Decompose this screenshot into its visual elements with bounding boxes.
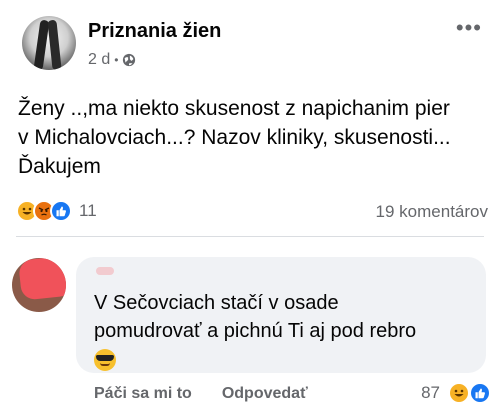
comment-reactions[interactable]: 87 [421,382,491,404]
like-comment-button[interactable]: Páči sa mi to [94,385,192,403]
post-body: Ženy ..,ma niekto skusenost z napichanim… [18,94,488,181]
globe-icon[interactable] [122,53,136,67]
post-text-line: Ženy ..,ma niekto skusenost z napichanim… [18,97,450,120]
comment-bubble: V Sečovciach stačí v osade pomudrovať a … [76,257,486,373]
reply-button[interactable]: Odpovedať [222,385,308,403]
post-text-line: v Michalovciach...? Nazov kliniky, skuse… [18,126,451,149]
sunglasses [96,354,114,361]
more-options-icon[interactable]: ••• [456,17,482,39]
page-name[interactable]: Priznania žien [88,20,221,43]
comment-count[interactable]: 19 komentárov [376,202,488,222]
avatar-redaction [18,258,66,301]
avatar-figure-right [47,19,62,70]
post-header: Priznania žien 2 d • ••• [22,16,482,74]
comment-reaction-count: 87 [421,383,440,402]
comment-text-line: V Sečovciach stačí v osade [94,292,339,314]
reaction-count: 11 [79,201,97,220]
comment-text-line: pomudrovať a pichnú Ti aj pod rebro [94,320,417,342]
post-meta: 2 d • [88,51,136,69]
like-reaction-icon [50,200,72,222]
post-time[interactable]: 2 d [88,51,110,69]
meta-separator: • [114,53,119,67]
like-reaction-icon [469,382,491,404]
haha-reaction-icon [448,382,470,404]
sunglasses-emoji-icon [94,348,116,371]
post-text-line: Ďakujem [18,155,101,178]
comment-text: V Sečovciach stačí v osade pomudrovať a … [94,289,474,373]
comment-emoji-line [94,345,474,373]
commenter-avatar[interactable] [12,258,66,312]
comment-actions: Páči sa mi to Odpovedať [94,385,308,403]
commenter-name-redacted [96,267,114,275]
smile [100,363,110,366]
avatar-figure-left [33,19,50,70]
page-avatar[interactable] [22,16,76,70]
post-reactions[interactable]: 11 [16,200,97,222]
divider [16,236,484,237]
